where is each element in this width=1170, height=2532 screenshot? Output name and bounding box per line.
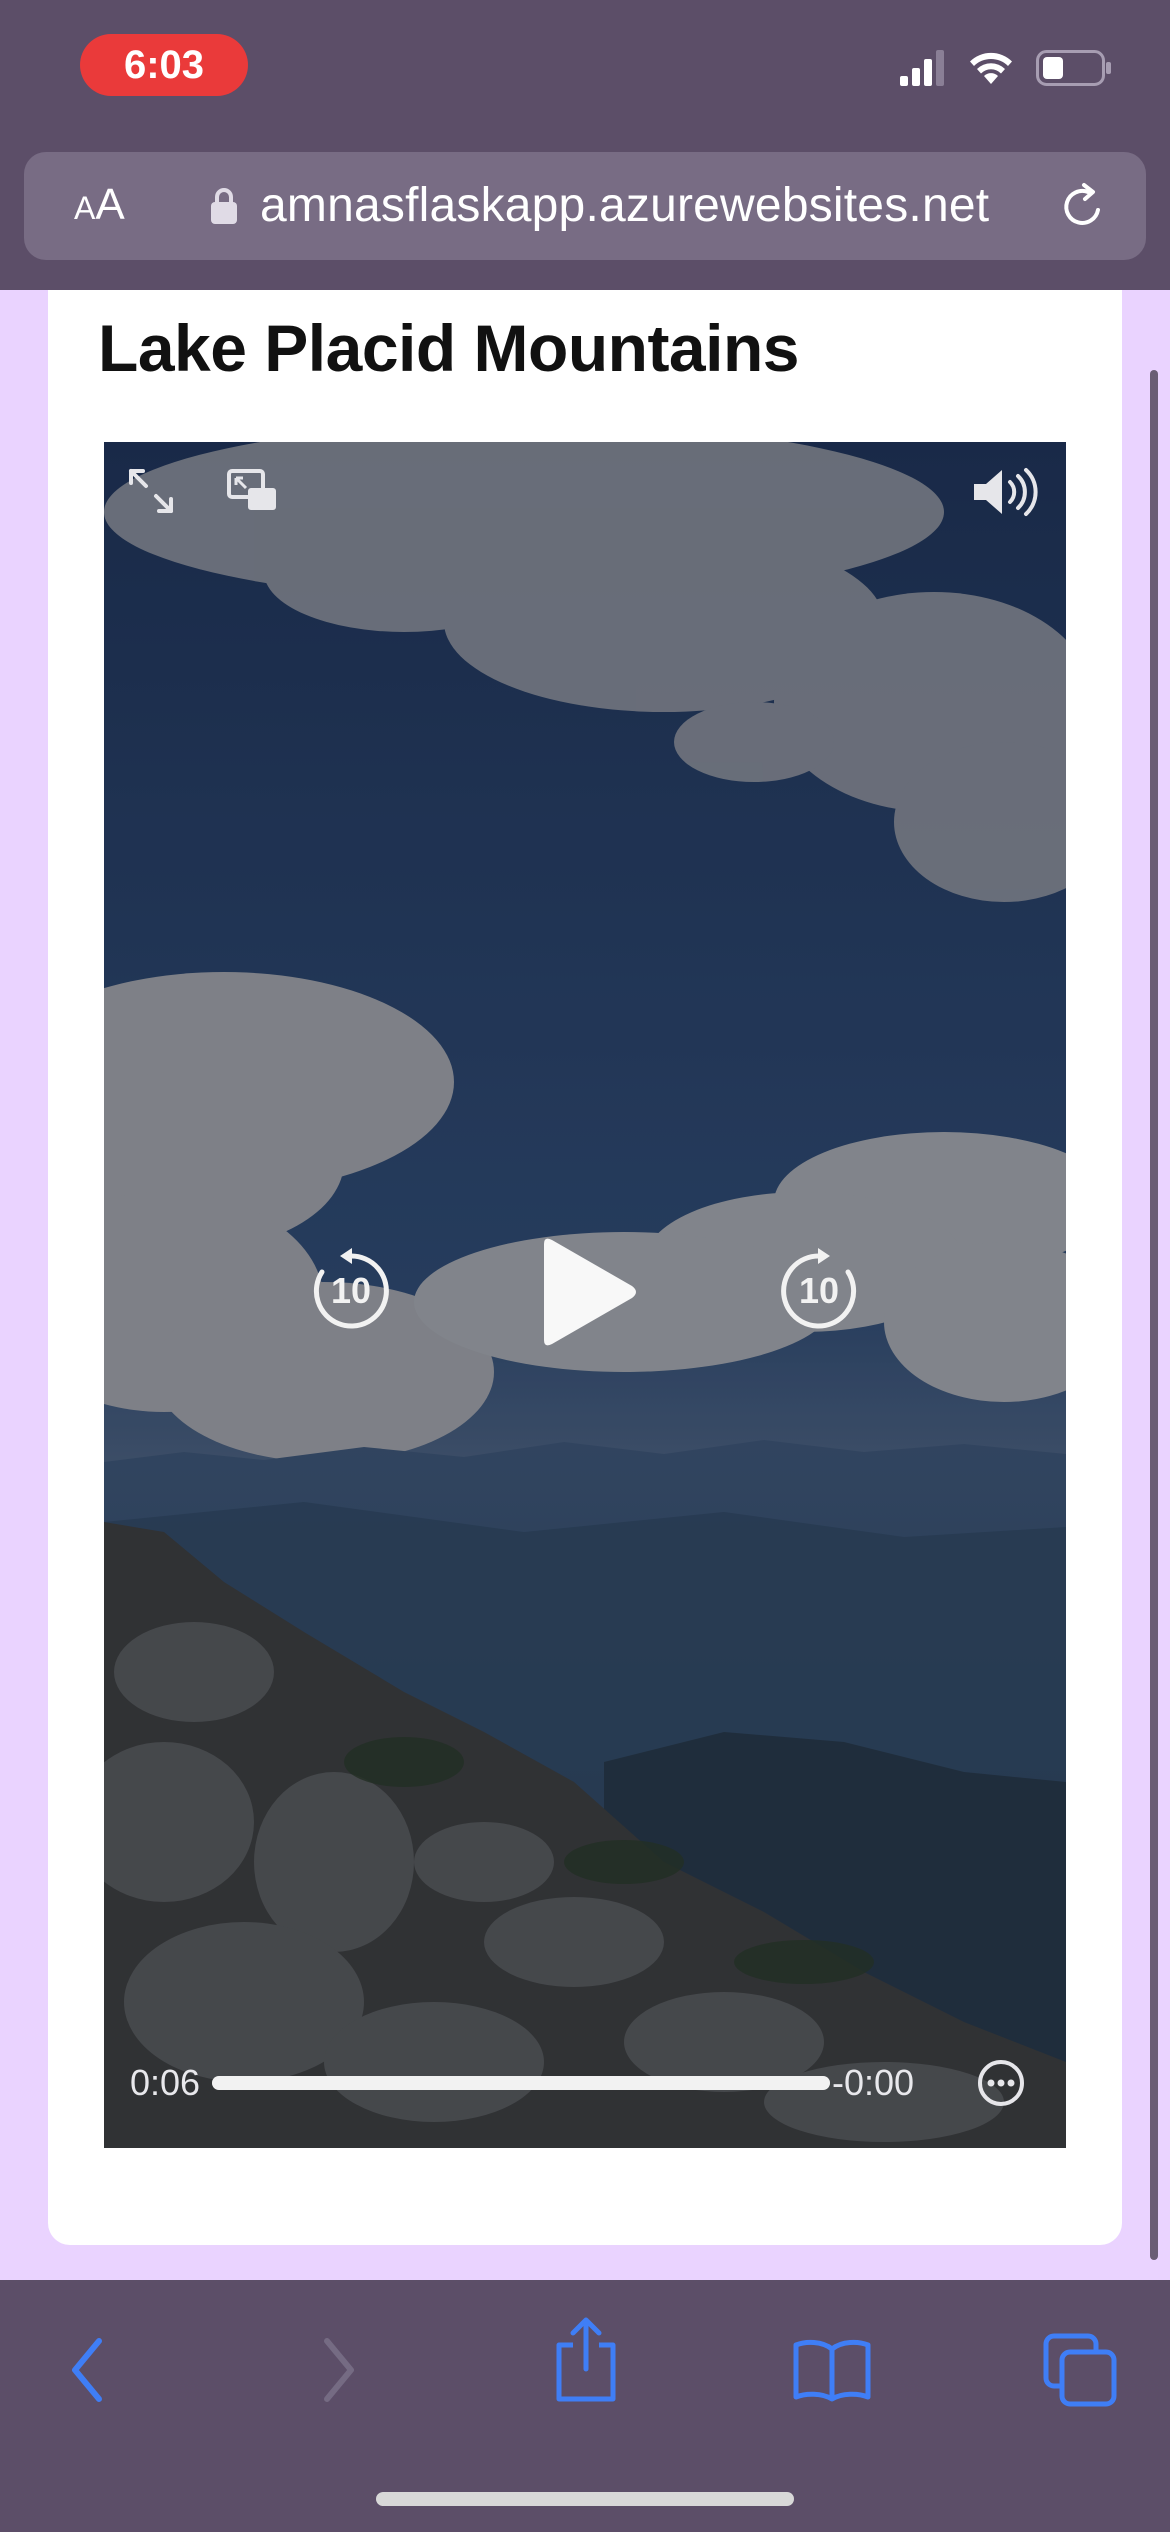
bookmarks-button[interactable] [782, 2320, 882, 2420]
progress-fill [212, 2076, 830, 2090]
wifi-icon [968, 50, 1014, 91]
cellular-signal-icon [900, 50, 946, 91]
battery-icon [1036, 50, 1112, 91]
share-icon [556, 2317, 616, 2402]
elapsed-time: 0:06 [130, 2062, 201, 2103]
skip-forward-10-button[interactable]: 10 [776, 1246, 862, 1337]
remaining-time: -0:00 [832, 2062, 915, 2103]
address-bar[interactable]: A A amnasflaskapp.azurewebsites.net [24, 152, 1146, 260]
skip-forward-seconds: 10 [798, 1270, 840, 1311]
tabs-icon [1043, 2333, 1117, 2407]
scroll-indicator[interactable] [1150, 370, 1158, 2260]
page-title: Lake Placid Mountains [98, 311, 800, 385]
tabs-button[interactable] [1030, 2320, 1130, 2420]
more-options-icon[interactable] [976, 2058, 1026, 2113]
picture-in-picture-icon[interactable] [226, 468, 278, 519]
lock-icon [210, 186, 238, 231]
url-text[interactable]: amnasflaskapp.azurewebsites.net [260, 178, 989, 233]
safari-window: 6:03 A A amnasflaskapp.azurewebsites.net… [0, 0, 1170, 2532]
skip-back-seconds: 10 [330, 1270, 372, 1311]
status-icons [900, 50, 1112, 91]
back-button[interactable] [38, 2320, 138, 2420]
progress-bar[interactable] [212, 2076, 830, 2090]
text-size-big-a: A [95, 180, 125, 229]
status-time: 6:03 [80, 34, 248, 96]
home-indicator[interactable] [376, 2492, 794, 2506]
skip-back-10-button[interactable]: 10 [308, 1246, 394, 1337]
reload-icon[interactable] [1058, 182, 1108, 237]
text-size-button[interactable]: A A [74, 180, 125, 230]
share-button[interactable] [536, 2310, 636, 2410]
play-button[interactable] [532, 1236, 640, 1353]
status-bar: 6:03 [0, 0, 1170, 140]
book-icon [793, 2339, 871, 2402]
video-player[interactable]: 10 10 0:06 -0:00 [104, 442, 1066, 2148]
chevron-right-icon [324, 2338, 354, 2402]
volume-icon[interactable] [970, 464, 1042, 525]
chevron-left-icon [72, 2338, 102, 2402]
fullscreen-icon[interactable] [126, 466, 176, 521]
text-size-small-a: A [74, 190, 96, 226]
forward-button[interactable] [288, 2320, 388, 2420]
